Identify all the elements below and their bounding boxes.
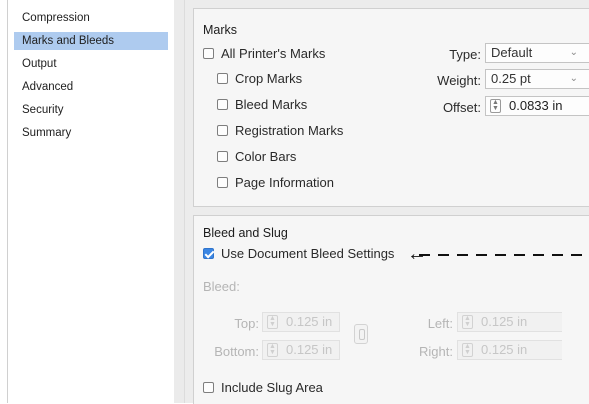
type-select[interactable]: Default ⌄ bbox=[485, 43, 589, 63]
bleed-label: Bleed: bbox=[203, 279, 240, 294]
checkbox-label: Page Information bbox=[235, 175, 335, 190]
chevron-down-icon: ⌄ bbox=[569, 47, 578, 58]
divider bbox=[174, 0, 185, 403]
right-value: 0.125 in bbox=[481, 342, 528, 357]
weight-label: Weight: bbox=[437, 73, 481, 88]
page-information-checkbox[interactable]: Page Information bbox=[217, 175, 334, 190]
registration-marks-checkbox[interactable]: Registration Marks bbox=[217, 123, 343, 138]
stepper-arrows-icon[interactable]: ▲ ▼ bbox=[462, 343, 473, 357]
stepper-arrows-icon[interactable]: ▲ ▼ bbox=[267, 343, 278, 357]
sidebar-item-marks-and-bleeds[interactable]: Marks and Bleeds bbox=[14, 32, 168, 50]
sidebar-item-summary[interactable]: Summary bbox=[14, 124, 164, 142]
use-document-bleed-checkbox[interactable]: Use Document Bleed Settings bbox=[203, 246, 394, 261]
top-stepper[interactable]: ▲ ▼ 0.125 in bbox=[262, 312, 340, 332]
sidebar-item-compression[interactable]: Compression bbox=[14, 9, 164, 27]
checkbox-label: Use Document Bleed Settings bbox=[221, 246, 395, 261]
checkbox-label: Crop Marks bbox=[235, 71, 303, 86]
checkbox-box[interactable] bbox=[217, 125, 228, 136]
top-value: 0.125 in bbox=[286, 314, 333, 329]
left-value: 0.125 in bbox=[481, 314, 528, 329]
offset-label: Offset: bbox=[442, 100, 481, 115]
checkbox-box[interactable] bbox=[203, 248, 214, 259]
sidebar-item-output[interactable]: Output bbox=[14, 55, 164, 73]
left-label: Left: bbox=[427, 316, 453, 331]
bottom-value: 0.125 in bbox=[286, 342, 333, 357]
dashed-line bbox=[419, 254, 589, 256]
bleed-slug-title: Bleed and Slug bbox=[203, 226, 288, 240]
left-stepper[interactable]: ▲ ▼ 0.125 in bbox=[457, 312, 562, 332]
main-panel: Marks All Printer's Marks Crop Marks Ble… bbox=[185, 0, 589, 404]
marks-section: Marks All Printer's Marks Crop Marks Ble… bbox=[193, 8, 589, 207]
weight-select-value: 0.25 pt bbox=[491, 71, 531, 86]
checkbox-box[interactable] bbox=[217, 151, 228, 162]
color-bars-checkbox[interactable]: Color Bars bbox=[217, 149, 296, 164]
sidebar-item-security[interactable]: Security bbox=[14, 101, 164, 119]
checkbox-label: All Printer's Marks bbox=[221, 46, 326, 61]
sidebar: Compression Marks and Bleeds Output Adva… bbox=[7, 0, 176, 403]
bleed-slug-section: Bleed and Slug Use Document Bleed Settin… bbox=[193, 215, 589, 404]
top-label: Top: bbox=[234, 316, 259, 331]
checkbox-box[interactable] bbox=[203, 48, 214, 59]
checkbox-label: Include Slug Area bbox=[221, 380, 323, 395]
all-printers-marks-checkbox[interactable]: All Printer's Marks bbox=[203, 46, 325, 61]
stepper-arrows-icon[interactable]: ▲ ▼ bbox=[267, 315, 278, 329]
bottom-stepper[interactable]: ▲ ▼ 0.125 in bbox=[262, 340, 340, 360]
bottom-label: Bottom: bbox=[214, 344, 259, 359]
marks-title: Marks bbox=[203, 23, 238, 37]
right-label: Right: bbox=[419, 344, 453, 359]
stepper-arrows-icon[interactable]: ▲ ▼ bbox=[462, 315, 473, 329]
include-slug-area-checkbox[interactable]: Include Slug Area bbox=[203, 380, 323, 395]
crop-marks-checkbox[interactable]: Crop Marks bbox=[217, 71, 302, 86]
offset-stepper[interactable]: ▲ ▼ 0.0833 in bbox=[485, 96, 589, 116]
checkbox-box[interactable] bbox=[203, 382, 214, 393]
chain-link-icon[interactable] bbox=[354, 324, 368, 344]
checkbox-label: Color Bars bbox=[235, 149, 297, 164]
right-stepper[interactable]: ▲ ▼ 0.125 in bbox=[457, 340, 562, 360]
bleed-marks-checkbox[interactable]: Bleed Marks bbox=[217, 97, 307, 112]
type-label: Type: bbox=[449, 47, 481, 62]
checkbox-box[interactable] bbox=[217, 99, 228, 110]
checkbox-label: Registration Marks bbox=[235, 123, 344, 138]
sidebar-item-advanced[interactable]: Advanced bbox=[14, 78, 164, 96]
chevron-down-icon: ⌄ bbox=[569, 73, 578, 84]
weight-select[interactable]: 0.25 pt ⌄ bbox=[485, 69, 589, 89]
type-select-value: Default bbox=[491, 45, 533, 60]
checkbox-box[interactable] bbox=[217, 73, 228, 84]
offset-value: 0.0833 in bbox=[509, 98, 563, 113]
stepper-arrows-icon[interactable]: ▲ ▼ bbox=[490, 99, 501, 113]
checkbox-box[interactable] bbox=[217, 177, 228, 188]
checkbox-label: Bleed Marks bbox=[235, 97, 308, 112]
